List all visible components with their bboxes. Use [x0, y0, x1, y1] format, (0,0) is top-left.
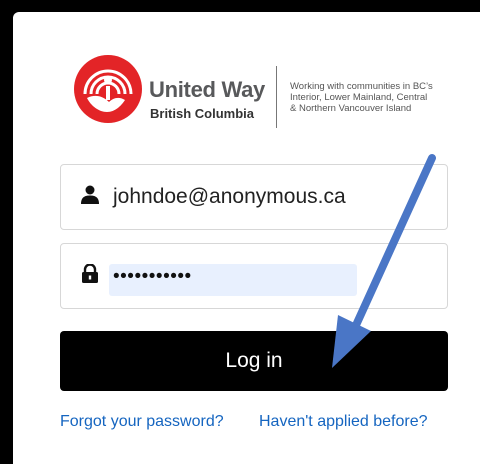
united-way-logo: United Way British Columbia Working with… — [73, 54, 463, 134]
brand-region: British Columbia — [150, 106, 255, 121]
brand-tagline: Working with communities in BC’s Interio… — [290, 81, 470, 114]
tagline-line: Interior, Lower Mainland, Central — [290, 92, 428, 103]
password-field[interactable]: ••••••••••• — [60, 243, 448, 309]
tagline-line: & Northern Vancouver Island — [290, 103, 412, 114]
brand-name: United Way — [149, 77, 265, 102]
email-value: johndoe@anonymous.ca — [113, 185, 346, 208]
united-way-hand-icon — [74, 55, 142, 123]
password-value: ••••••••••• — [113, 266, 192, 287]
user-icon — [81, 185, 99, 204]
not-applied-link[interactable]: Haven't applied before? — [259, 413, 428, 431]
login-card: United Way British Columbia Working with… — [13, 12, 480, 464]
logo-divider — [276, 66, 277, 128]
login-button[interactable]: Log in — [60, 331, 448, 391]
email-field[interactable]: johndoe@anonymous.ca — [60, 164, 448, 230]
tagline-line: Working with communities in BC’s — [290, 81, 433, 92]
forgot-password-link[interactable]: Forgot your password? — [60, 413, 224, 431]
lock-icon — [82, 264, 98, 283]
